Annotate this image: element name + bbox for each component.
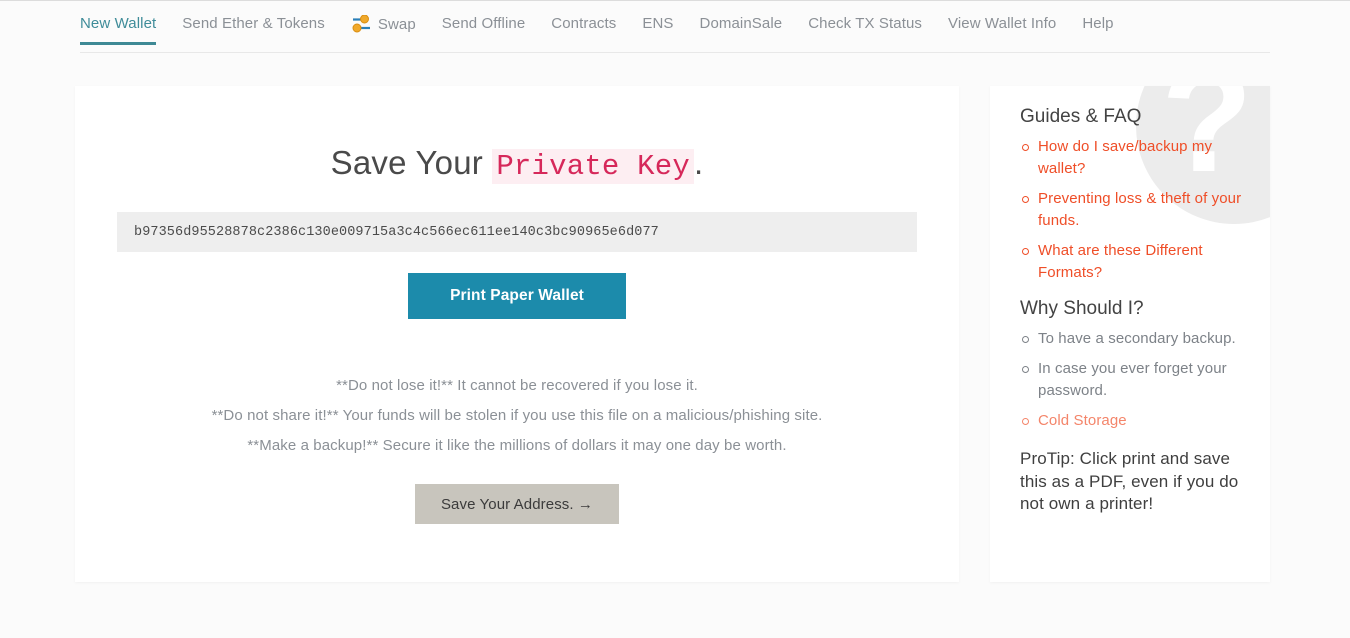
nav-label: Send Ether & Tokens xyxy=(182,15,325,32)
why-item-forget-password: In case you ever forget your password. xyxy=(1020,358,1248,402)
page-root: New Wallet Send Ether & Tokens Swap Send… xyxy=(0,0,1350,638)
nav-item-contracts[interactable]: Contracts xyxy=(551,11,616,45)
why-should-i-list: To have a secondary backup. In case you … xyxy=(1020,328,1248,432)
nav-label: Contracts xyxy=(551,15,617,32)
nav-item-new-wallet[interactable]: New Wallet xyxy=(80,11,157,45)
private-key-field[interactable]: b97356d95528878c2386c130e009715a3c4c566e… xyxy=(117,212,917,252)
page-title: Save Your Private Key. xyxy=(75,86,959,184)
guides-link-preventing-loss-theft[interactable]: Preventing loss & theft of your funds. xyxy=(1020,188,1248,232)
main-navigation: New Wallet Send Ether & Tokens Swap Send… xyxy=(80,1,1270,53)
nav-label: Check TX Status xyxy=(808,15,923,32)
print-paper-wallet-button[interactable]: Print Paper Wallet xyxy=(408,273,626,319)
nav-item-view-wallet-info[interactable]: View Wallet Info xyxy=(948,11,1056,45)
guides-faq-heading: Guides & FAQ xyxy=(1020,106,1142,127)
page-title-suffix: . xyxy=(693,144,704,181)
protip-text: ProTip: Click print and save this as a P… xyxy=(1020,449,1239,513)
why-should-i-heading: Why Should I? xyxy=(1020,298,1144,319)
page-title-prefix: Save Your xyxy=(330,144,493,181)
why-link-cold-storage[interactable]: Cold Storage xyxy=(1020,410,1248,432)
save-your-address-button[interactable]: Save Your Address. → xyxy=(415,484,619,524)
nav-label: Swap xyxy=(377,15,416,33)
warning-line: **Do not share it!** Your funds will be … xyxy=(211,407,823,424)
nav-item-help[interactable]: Help xyxy=(1082,11,1113,45)
sidebar-inner: Guides & FAQ How do I save/backup my wal… xyxy=(990,86,1270,516)
nav-item-swap[interactable]: Swap xyxy=(351,11,416,46)
guides-link-save-backup-wallet[interactable]: How do I save/backup my wallet? xyxy=(1020,136,1248,180)
nav-item-send-offline[interactable]: Send Offline xyxy=(442,11,525,45)
warnings-block: **Do not lose it!** It cannot be recover… xyxy=(75,371,959,461)
nav-item-domainsale[interactable]: DomainSale xyxy=(700,11,783,45)
why-item-secondary-backup: To have a secondary backup. xyxy=(1020,328,1248,350)
guides-faq-list: How do I save/backup my wallet? Preventi… xyxy=(1020,136,1248,284)
private-key-value: b97356d95528878c2386c130e009715a3c4c566e… xyxy=(134,224,659,240)
nav-label: New Wallet xyxy=(80,15,157,32)
main-content-card: Save Your Private Key. b97356d95528878c2… xyxy=(75,86,959,582)
nav-label: ENS xyxy=(642,15,674,32)
nav-label: Help xyxy=(1082,15,1114,32)
nav-label: View Wallet Info xyxy=(948,15,1057,32)
nav-label: DomainSale xyxy=(699,15,783,32)
guides-link-different-formats[interactable]: What are these Different Formats? xyxy=(1020,240,1248,284)
nav-label: Send Offline xyxy=(441,15,526,32)
nav-item-check-tx-status[interactable]: Check TX Status xyxy=(808,11,922,45)
help-sidebar: ? Guides & FAQ How do I save/backup my w… xyxy=(990,86,1270,582)
warning-line: **Make a backup!** Secure it like the mi… xyxy=(247,437,787,454)
swap-icon xyxy=(351,14,373,33)
nav-item-send-ether-tokens[interactable]: Send Ether & Tokens xyxy=(182,11,325,45)
warning-line: **Do not lose it!** It cannot be recover… xyxy=(336,377,698,394)
page-title-private-key: Private Key xyxy=(492,149,694,184)
nav-item-ens[interactable]: ENS xyxy=(642,11,673,45)
